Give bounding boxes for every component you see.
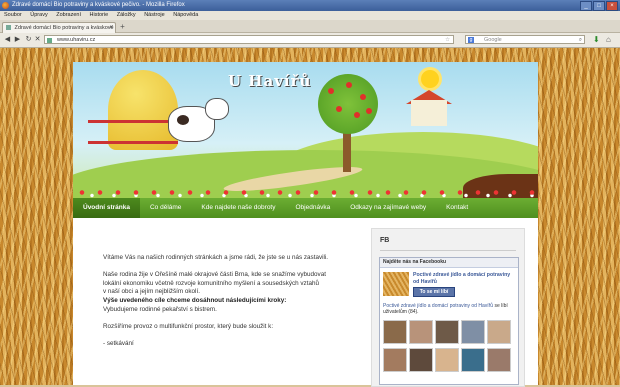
apple-tree-illustration (318, 74, 378, 134)
reload-icon[interactable]: ↻ (24, 35, 33, 44)
home-icon[interactable]: ⌂ (606, 35, 611, 44)
sidebar-title: FB (380, 237, 390, 244)
facebook-widget: Najděte nás na Facebooku Poctivé zdravé … (379, 257, 519, 385)
search-box[interactable]: g Google ⌕ (465, 35, 585, 44)
about-line-2: lokální ekonomiku včetně rozvoje komunit… (103, 279, 319, 287)
nav-links[interactable]: Odkazy na zajímavé weby (340, 198, 436, 218)
cow-head-illustration (205, 98, 229, 120)
browser-tab[interactable]: Zdravé domácí Bio potraviny a kváskové p… (2, 22, 116, 33)
fan-avatar[interactable] (435, 348, 459, 372)
fan-avatar[interactable] (461, 320, 485, 344)
url-text: www.uhaviru.cz (57, 37, 96, 43)
like-count: Poctivé zdravé jídlo a domácí potraviny … (383, 303, 515, 315)
navigation-toolbar: ◀ ▶ ↻ ✕ www.uhaviru.cz ☆ g Google ⌕ ⬇ ⌂ (0, 33, 620, 48)
minimize-icon[interactable]: _ (580, 1, 592, 11)
goal-heading: Výše uvedeného cíle chceme dosáhnout nás… (103, 296, 287, 304)
nav-contact[interactable]: Kontakt (436, 198, 478, 218)
about-line-1: Naše rodina žije v Ořešíně malé okrajové… (103, 271, 326, 279)
tab-title: Zdravé domácí Bio potraviny a kváskové p… (14, 25, 114, 31)
fence-illustration (88, 120, 178, 144)
tab-bar: Zdravé domácí Bio potraviny a kváskové p… (0, 20, 620, 33)
search-icon[interactable]: ⌕ (579, 36, 582, 45)
menu-bookmarks[interactable]: Záložky (117, 12, 136, 18)
fan-avatar[interactable] (383, 320, 407, 344)
about-paragraph: Naše rodina žije v Ořešíně malé okrajové… (103, 271, 353, 314)
list-item: - setkávání (103, 339, 134, 347)
welcome-paragraph: Vítáme Vás na našich rodinných stránkách… (103, 254, 329, 261)
maximize-icon[interactable]: □ (593, 1, 605, 11)
menu-help[interactable]: Nápověda (173, 12, 198, 18)
flower-border (73, 187, 538, 198)
favicon-icon (6, 25, 11, 31)
window-title: Zdravé domácí Bio potraviny a kváskové p… (12, 2, 185, 8)
page-thumbnail[interactable] (383, 272, 409, 296)
menu-view[interactable]: Zobrazení (56, 12, 81, 18)
content-area: Vítáme Vás na našich rodinných stránkách… (73, 218, 538, 387)
goal-line: Vybudujeme rodinné pekařství s bistrem. (103, 305, 217, 313)
fan-avatar[interactable] (487, 348, 511, 372)
stop-icon[interactable]: ✕ (33, 35, 42, 44)
fan-avatar[interactable] (435, 320, 459, 344)
forward-icon[interactable]: ▶ (13, 35, 22, 44)
new-tab-button[interactable]: + (118, 22, 127, 31)
site-title[interactable]: U Havířů (228, 72, 311, 90)
site-identity-icon (47, 38, 52, 43)
menu-tools[interactable]: Nástroje (144, 12, 164, 18)
main-text: Vítáme Vás na našich rodinných stránkách… (103, 254, 353, 357)
sun-illustration (421, 70, 439, 88)
fan-avatar[interactable] (409, 320, 433, 344)
house-illustration (411, 100, 447, 126)
window-title-bar: Zdravé domácí Bio potraviny a kváskové p… (0, 0, 620, 11)
fan-avatar[interactable] (461, 348, 485, 372)
site-nav: Úvodní stránka Co děláme Kde najdete naš… (73, 198, 538, 218)
facebook-page-link[interactable]: Poctivé zdravé jídlo a domácí potraviny … (413, 272, 513, 285)
back-icon[interactable]: ◀ (3, 35, 12, 44)
search-placeholder: Google (484, 37, 502, 43)
close-icon[interactable]: × (606, 1, 618, 11)
address-bar[interactable]: www.uhaviru.cz ☆ (44, 35, 454, 44)
like-button[interactable]: To se mi líbí (413, 287, 455, 297)
sidebar: FB Najděte nás na Facebooku Poctivé zdra… (371, 228, 525, 387)
header-banner: U Havířů (73, 62, 538, 198)
fan-avatar[interactable] (383, 348, 407, 372)
bookmark-star-icon[interactable]: ☆ (445, 36, 450, 45)
about-line-3: v naší obci a jejím nejbližším okolí. (103, 288, 200, 296)
fan-avatar[interactable] (409, 348, 433, 372)
window-controls: _ □ × (580, 1, 618, 11)
firefox-icon (2, 2, 9, 9)
menu-edit[interactable]: Úpravy (30, 12, 47, 18)
nav-where-to-find[interactable]: Kde najdete naše dobroty (191, 198, 285, 218)
facebook-widget-header: Najděte nás na Facebooku (380, 258, 518, 268)
site-container: U Havířů Úvodní stránka Co děláme Kde na… (73, 62, 538, 387)
nav-what-we-do[interactable]: Co děláme (140, 198, 191, 218)
fan-avatar[interactable] (487, 320, 511, 344)
menu-history[interactable]: Historie (90, 12, 109, 18)
tab-close-icon[interactable]: × (109, 23, 113, 33)
menu-file[interactable]: Soubor (4, 12, 22, 18)
divider (380, 250, 516, 251)
nav-home[interactable]: Úvodní stránka (73, 198, 140, 218)
nav-order[interactable]: Objednávka (286, 198, 341, 218)
fan-faces (383, 320, 511, 372)
google-icon[interactable]: g (468, 37, 474, 43)
download-icon[interactable]: ⬇ (593, 35, 600, 44)
expansion-paragraph: Rozšíříme provoz o multifunkční prostor,… (103, 322, 274, 330)
